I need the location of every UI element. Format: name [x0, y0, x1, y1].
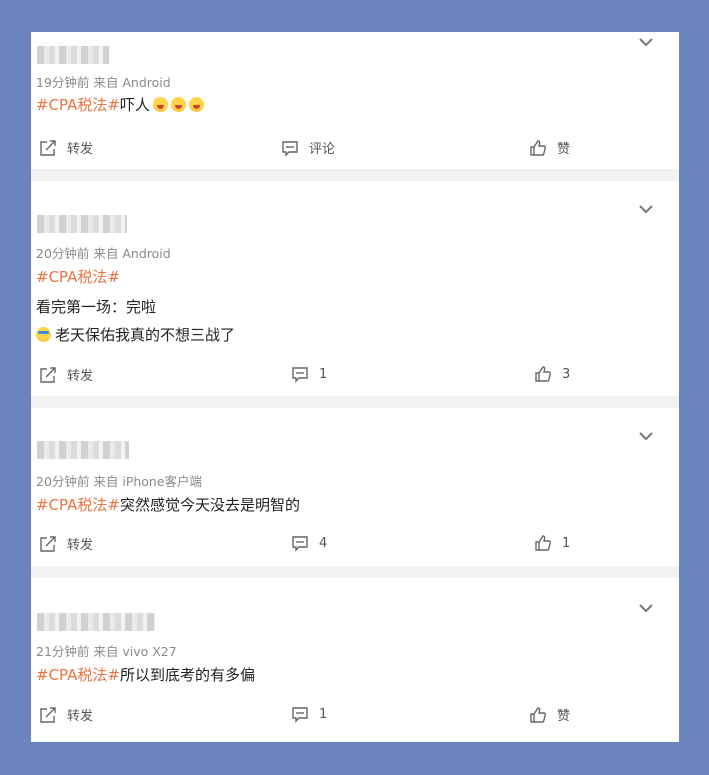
comment-icon: [282, 140, 298, 157]
post-text: #CPA税法#: [36, 266, 120, 287]
repost-button[interactable]: 转发: [39, 138, 93, 157]
scream-emoji-icon: [188, 97, 204, 112]
repost-button[interactable]: 转发: [39, 534, 93, 553]
repost-icon: [40, 535, 56, 552]
feed-post: 20分钟前 来自 iPhone客户端 #CPA税法#突然感觉今天没去是明智的 转…: [31, 408, 679, 566]
like-button[interactable]: 赞: [529, 705, 570, 724]
like-icon: [535, 535, 551, 551]
chevron-down-icon[interactable]: [637, 602, 655, 614]
post-text: #CPA税法#吓人: [36, 94, 204, 115]
comment-icon: [292, 536, 308, 552]
post-separator: [31, 169, 679, 181]
hashtag-link[interactable]: #CPA税法#: [36, 666, 120, 684]
repost-icon: [40, 139, 56, 156]
hashtag-link[interactable]: #CPA税法#: [36, 96, 120, 114]
post-meta: 20分钟前 来自 Android: [36, 246, 171, 261]
feed-panel: 19分钟前 来自 Android #CPA税法#吓人 转发 评论 赞 20分钟前…: [31, 32, 679, 742]
blurred-username[interactable]: [37, 215, 127, 233]
scream-emoji-icon: [170, 97, 186, 112]
like-icon: [530, 706, 546, 723]
chevron-down-icon[interactable]: [637, 203, 655, 215]
repost-icon: [40, 706, 56, 723]
post-meta: 19分钟前 来自 Android: [36, 75, 171, 90]
blurred-username[interactable]: [37, 441, 129, 459]
chevron-down-icon[interactable]: [637, 430, 655, 442]
feed-post: 19分钟前 来自 Android #CPA税法#吓人 转发 评论 赞: [31, 32, 679, 169]
post-separator: [31, 396, 679, 408]
repost-button[interactable]: 转发: [39, 705, 93, 724]
post-meta: 21分钟前 来自 vivo X27: [36, 644, 177, 659]
repost-icon: [40, 366, 56, 383]
post-meta: 20分钟前 来自 iPhone客户端: [36, 474, 203, 489]
like-button[interactable]: 赞: [529, 138, 570, 157]
like-button[interactable]: 1: [534, 534, 570, 552]
comment-button[interactable]: 评论: [281, 138, 335, 157]
post-separator: [31, 566, 679, 578]
post-text: 老天保佑我真的不想三战了: [36, 324, 235, 345]
like-icon: [535, 366, 551, 382]
comment-icon: [292, 707, 308, 723]
hashtag-link[interactable]: #CPA税法#: [36, 496, 120, 514]
like-icon: [530, 139, 546, 156]
like-button[interactable]: 3: [534, 365, 570, 383]
blurred-username[interactable]: [37, 46, 109, 64]
feed-post: 21分钟前 来自 vivo X27 #CPA税法#所以到底考的有多偏 转发 1 …: [31, 578, 679, 742]
comment-icon: [292, 367, 308, 383]
feed-post: 20分钟前 来自 Android #CPA税法# 看完第一场：完啦 老天保佑我真…: [31, 181, 679, 396]
blurred-username[interactable]: [37, 613, 155, 631]
post-text: #CPA税法#所以到底考的有多偏: [36, 666, 255, 684]
comment-button[interactable]: 4: [291, 534, 327, 552]
chevron-down-icon[interactable]: [637, 36, 655, 48]
comment-button[interactable]: 1: [291, 705, 327, 723]
crying-emoji-icon: [36, 327, 51, 342]
comment-button[interactable]: 1: [291, 365, 327, 383]
post-text: 看完第一场：完啦: [36, 298, 157, 316]
scream-emoji-icon: [152, 97, 168, 112]
hashtag-link[interactable]: #CPA税法#: [36, 268, 120, 286]
repost-button[interactable]: 转发: [39, 365, 93, 384]
post-text: #CPA税法#突然感觉今天没去是明智的: [36, 496, 300, 514]
